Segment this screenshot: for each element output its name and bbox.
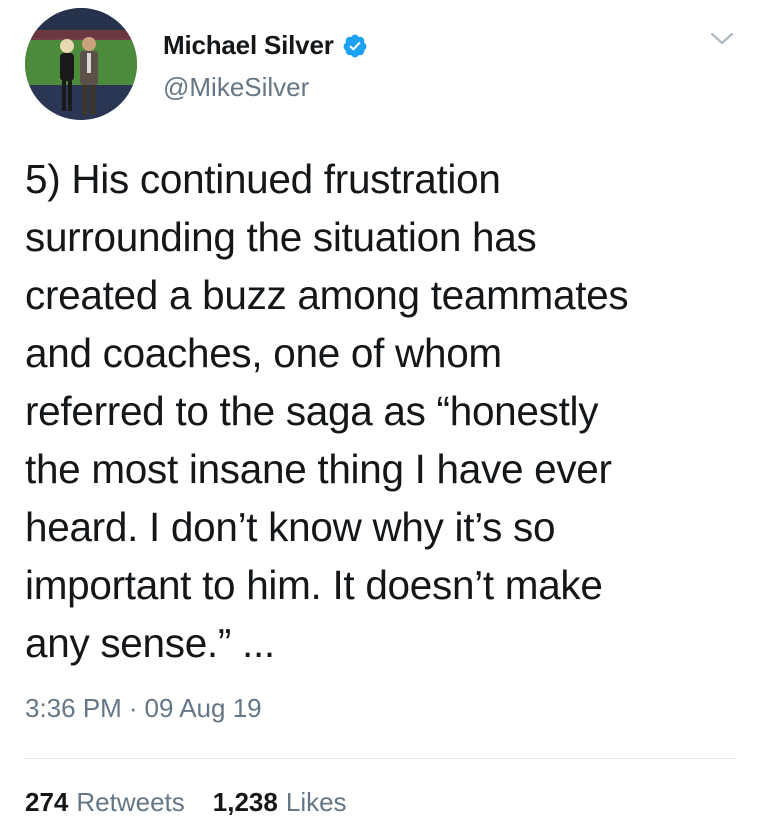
retweets-stat[interactable]: 274 Retweets [25, 787, 185, 818]
likes-count: 1,238 [212, 787, 278, 817]
likes-label: Likes [285, 787, 347, 817]
avatar[interactable] [25, 8, 137, 120]
author-name-row[interactable]: Michael Silver [163, 30, 368, 61]
author-display-name[interactable]: Michael Silver [163, 30, 334, 61]
tweet-stats: 274 Retweets 1,238 Likes [25, 787, 347, 818]
retweets-count: 274 [25, 787, 69, 817]
tweet-date[interactable]: 09 Aug 19 [145, 693, 262, 724]
tweet-timestamp[interactable]: 3:36 PM · 09 Aug 19 [25, 693, 262, 724]
likes-stat[interactable]: 1,238 Likes [213, 787, 347, 818]
chevron-down-icon[interactable] [708, 28, 736, 50]
author-handle[interactable]: @MikeSilver [163, 72, 309, 103]
avatar-photo-icon [25, 8, 137, 120]
divider [25, 758, 735, 759]
verified-badge-icon [342, 33, 368, 59]
tweet-time[interactable]: 3:36 PM [25, 693, 122, 724]
retweets-label: Retweets [76, 787, 185, 817]
meta-separator: · [128, 693, 138, 723]
tweet-text: 5) His continued frustration surrounding… [25, 156, 629, 666]
